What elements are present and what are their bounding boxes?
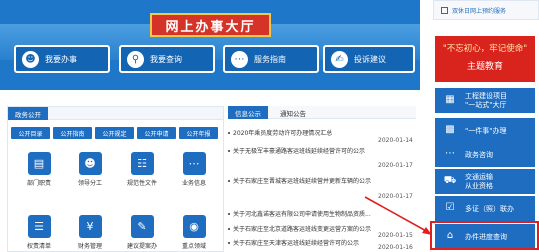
- tile-power-list[interactable]: ☰ 权责清单: [17, 215, 61, 250]
- document-icon: ▤: [27, 152, 51, 175]
- theme-education-banner[interactable]: "不忘初心，牢记使命" 主题教育: [435, 36, 535, 82]
- sidebar-item-label: "一件事"办理: [465, 126, 507, 135]
- right-sidebar: 双休日网上预约服务 "不忘初心，牢记使命" 主题教育 ▦ 工程建设项目 "一站式…: [433, 0, 539, 252]
- subtab-apply[interactable]: 公开申请: [137, 127, 176, 139]
- query-button[interactable]: ⚲ 我要查询: [119, 45, 215, 73]
- briefcase-icon: ▩: [445, 124, 455, 135]
- apply-service-label: 我要办事: [45, 54, 77, 64]
- tile-label: 重点领域: [181, 243, 206, 250]
- theme-line-1: "不忘初心，牢记使命": [442, 44, 528, 54]
- hall-title-plaque: 网上办事大厅: [150, 13, 271, 37]
- news-date: 2020-01-16: [378, 244, 413, 251]
- service-guide-button[interactable]: ⋯ 服务指南: [223, 45, 319, 73]
- tab-gov-disclosure[interactable]: 政务公开: [8, 107, 48, 120]
- yen-icon: ¥: [78, 215, 102, 238]
- gov-tabbar: 政务公开: [8, 107, 223, 120]
- news-date: 2020-01-14: [378, 137, 413, 144]
- list-icon: ☰: [27, 215, 51, 238]
- sidebar-item-label: 多证（照）联办: [465, 204, 514, 213]
- apply-service-button[interactable]: ☻ 我要办事: [14, 45, 110, 73]
- search-icon: ⚲: [127, 50, 144, 68]
- highlight-box: [430, 221, 539, 250]
- tile-business-info[interactable]: ⋯ 业务信息: [172, 152, 216, 187]
- sidebar-item-construction-hall[interactable]: ▦ 工程建设项目 "一站式"大厅: [435, 88, 535, 113]
- message-icon: ⋯: [182, 152, 206, 175]
- tile-finance[interactable]: ¥ 财务管理: [68, 215, 112, 250]
- chat-icon: ⋯: [231, 50, 248, 68]
- subtab-catalog[interactable]: 公开目录: [11, 127, 50, 139]
- news-date: 2020-01-17: [378, 162, 413, 169]
- certificate-icon: ☑: [445, 202, 455, 213]
- focus-icon: ◉: [182, 215, 206, 238]
- subtab-guide[interactable]: 公开指南: [53, 127, 92, 139]
- complaint-icon: ✍: [331, 50, 348, 68]
- news-item[interactable]: 关于石家庄至晋城客运班线延续营并更新车辆的公示: [228, 176, 416, 185]
- tile-proposals[interactable]: ✎ 建议提案办: [120, 215, 164, 250]
- proposal-icon: ✎: [130, 215, 154, 238]
- hall-title: 网上办事大厅: [165, 19, 256, 35]
- gov-subtabs: 公开目录 公开指南 公开规定 公开申请 公开年报: [11, 127, 218, 139]
- truck-icon: ⛟: [443, 175, 457, 186]
- chat-icon: ⋯: [445, 148, 455, 159]
- tile-label: 财务管理: [77, 243, 102, 250]
- weekend-booking-label: 双休日网上预约服务: [452, 7, 507, 15]
- online-hall-banner: 网上办事大厅 ☻ 我要办事 ⚲ 我要查询 ⋯ 服务指南 ✍ 投诉建议: [0, 0, 420, 90]
- sidebar-item-one-thing[interactable]: ▩ "一件事"办理: [435, 118, 535, 143]
- complaint-button[interactable]: ✍ 投诉建议: [323, 45, 415, 73]
- sidebar-item-consultation[interactable]: ⋯ 政务咨询: [435, 142, 535, 167]
- gov-disclosure-panel: 政务公开 公开目录 公开指南 公开规定 公开申请 公开年报 ▤ 部门职责 ☻ 领…: [7, 106, 224, 252]
- complaint-label: 投诉建议: [354, 54, 386, 64]
- subtab-annual-report[interactable]: 公开年报: [179, 127, 218, 139]
- calendar-icon: [441, 6, 448, 14]
- tile-key-areas[interactable]: ◉ 重点领域: [172, 215, 216, 250]
- tile-label: 规范性文件: [126, 180, 157, 187]
- theme-line-2: 主题教育: [466, 62, 503, 72]
- tile-label: 领导分工: [77, 180, 102, 187]
- news-item[interactable]: 2020年乘员度劳动许可办理情况汇总: [228, 128, 416, 137]
- news-tabbar: 信息公示 通知公告: [228, 106, 416, 119]
- news-panel: 信息公示 通知公告 2020年乘员度劳动许可办理情况汇总 2020-01-14 …: [228, 106, 416, 252]
- tile-leadership[interactable]: ☻ 领导分工: [68, 152, 112, 187]
- service-guide-label: 服务指南: [254, 54, 286, 64]
- tile-label: 业务信息: [181, 180, 206, 187]
- sidebar-item-label: 交通运输 从业资格: [465, 172, 493, 190]
- building-icon: ▦: [445, 94, 455, 105]
- person-icon: ☻: [22, 50, 39, 68]
- tile-label: 权责清单: [26, 243, 51, 250]
- sidebar-item-multi-license[interactable]: ☑ 多证（照）联办: [435, 196, 535, 221]
- sidebar-item-label: 工程建设项目 "一站式"大厅: [465, 91, 507, 109]
- query-label: 我要查询: [150, 54, 182, 64]
- person-icon: ☻: [78, 152, 102, 175]
- tile-dept-duties[interactable]: ▤ 部门职责: [17, 152, 61, 187]
- weekend-booking-link[interactable]: 双休日网上预约服务: [433, 0, 539, 20]
- news-item[interactable]: 关于无极军丰豪通路客运班线延续经营许可的公示: [228, 146, 416, 155]
- tile-normative-docs[interactable]: ☷ 规范性文件: [120, 152, 164, 187]
- tab-notices[interactable]: 通知公告: [280, 106, 306, 119]
- news-item[interactable]: 关于河北鑫诺客运有限公司申请使用生物制品资质...: [228, 209, 416, 218]
- sidebar-item-transport-qualification[interactable]: ⛟ 交通运输 从业资格: [435, 169, 535, 194]
- file-icon: ☷: [130, 152, 154, 175]
- tile-label: 建议提案办: [126, 243, 157, 250]
- news-date: 2020-01-17: [378, 193, 413, 200]
- sidebar-item-label: 政务咨询: [465, 150, 493, 159]
- tab-info-disclosure[interactable]: 信息公示: [228, 106, 268, 119]
- subtab-rules[interactable]: 公开规定: [95, 127, 134, 139]
- tile-label: 部门职责: [26, 180, 51, 187]
